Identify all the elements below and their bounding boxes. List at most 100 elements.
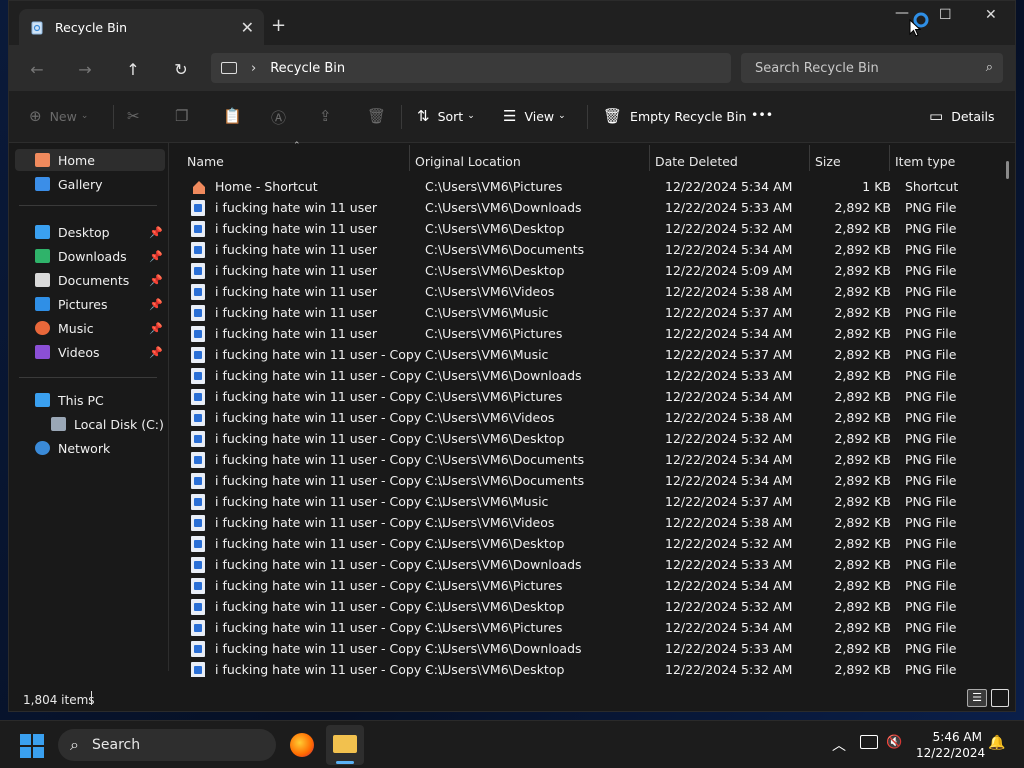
table-row[interactable]: i fucking hate win 11 user C:\Users\VM6\V… <box>171 281 1001 302</box>
column-header-item-type[interactable]: Item type <box>889 149 999 173</box>
file-size: 2,892 KB <box>834 284 891 299</box>
volume-muted-icon[interactable]: 🔇 <box>886 735 902 750</box>
copy-button[interactable]: ❐ <box>175 107 196 125</box>
sidebar-item-downloads[interactable]: Downloads 📌 <box>15 245 165 267</box>
sort-ascending-icon: ⌃ <box>293 141 301 151</box>
chevron-up-icon[interactable]: ︿ <box>832 735 846 755</box>
table-row[interactable]: i fucking hate win 11 user - Copy - ... C… <box>171 638 1001 659</box>
network-icon[interactable] <box>860 735 878 749</box>
empty-recycle-bin-button[interactable]: 🗑 Empty Recycle Bin <box>603 107 746 125</box>
new-button[interactable]: ⊕ New ⌄ <box>29 107 88 125</box>
column-header-name[interactable]: Name ⌃ <box>181 141 409 173</box>
table-row[interactable]: i fucking hate win 11 user - Copy - ... C… <box>171 491 1001 512</box>
vertical-scrollbar[interactable] <box>1006 161 1009 179</box>
delete-button[interactable]: 🗑 <box>367 107 394 125</box>
address-bar[interactable]: › Recycle Bin <box>211 53 731 83</box>
forward-arrow-icon[interactable]: → <box>73 57 97 81</box>
table-row[interactable]: i fucking hate win 11 user - Copy C:\User… <box>171 344 1001 365</box>
tiles-view-icon[interactable] <box>991 689 1009 707</box>
sidebar-item-this-pc[interactable]: This PC <box>15 389 165 411</box>
table-row[interactable]: i fucking hate win 11 user - Copy C:\User… <box>171 449 1001 470</box>
table-row[interactable]: i fucking hate win 11 user C:\Users\VM6\D… <box>171 239 1001 260</box>
close-tab-icon[interactable]: ✕ <box>241 18 254 37</box>
table-row[interactable]: i fucking hate win 11 user - Copy - ... C… <box>171 554 1001 575</box>
tab-recycle-bin[interactable]: Recycle Bin ✕ <box>19 9 264 45</box>
table-row[interactable]: i fucking hate win 11 user - Copy - ... C… <box>171 533 1001 554</box>
more-options-button[interactable]: ••• <box>751 107 773 122</box>
view-button[interactable]: ☰ View ⌄ <box>503 107 566 125</box>
sidebar-item-local-disk[interactable]: Local Disk (C:) <box>15 413 165 435</box>
file-name: i fucking hate win 11 user <box>215 263 378 278</box>
up-arrow-icon[interactable]: ↑ <box>121 57 145 81</box>
clock[interactable]: 5:46 AM 12/22/2024 <box>916 729 985 761</box>
pin-icon[interactable]: 📌 <box>149 226 163 239</box>
pin-icon[interactable]: 📌 <box>149 274 163 287</box>
file-item-type: PNG File <box>905 662 957 677</box>
sidebar-item-videos[interactable]: Videos 📌 <box>15 341 165 363</box>
table-row[interactable]: i fucking hate win 11 user C:\Users\VM6\D… <box>171 218 1001 239</box>
pin-icon[interactable]: 📌 <box>149 250 163 263</box>
details-view-icon[interactable]: ☰ <box>967 689 987 707</box>
table-row[interactable]: i fucking hate win 11 user - Copy C:\User… <box>171 407 1001 428</box>
sidebar-item-desktop[interactable]: Desktop 📌 <box>15 221 165 243</box>
taskbar-search-input[interactable]: ⌕ Search <box>58 729 276 761</box>
file-item-type: PNG File <box>905 515 957 530</box>
firefox-icon[interactable] <box>290 733 314 757</box>
file-size: 2,892 KB <box>834 494 891 509</box>
sort-button[interactable]: ⇅ Sort ⌄ <box>417 107 475 125</box>
maximize-icon[interactable]: ☐ <box>939 7 952 23</box>
file-original-location: C:\Users\VM6\Desktop <box>425 536 565 551</box>
file-item-type: PNG File <box>905 305 957 320</box>
table-row[interactable]: i fucking hate win 11 user - Copy - ... C… <box>171 512 1001 533</box>
sidebar-item-gallery[interactable]: Gallery <box>15 173 165 195</box>
table-row[interactable]: i fucking hate win 11 user - Copy - ... C… <box>171 617 1001 638</box>
file-original-location: C:\Users\VM6\Pictures <box>425 326 563 341</box>
new-tab-icon[interactable]: + <box>271 15 286 36</box>
sidebar-item-network[interactable]: Network <box>15 437 165 459</box>
table-row[interactable]: i fucking hate win 11 user - Copy - ... C… <box>171 596 1001 617</box>
sidebar-item-home[interactable]: Home <box>15 149 165 171</box>
sidebar-item-pictures[interactable]: Pictures 📌 <box>15 293 165 315</box>
pin-icon[interactable]: 📌 <box>149 346 163 359</box>
start-windows-icon[interactable] <box>20 734 44 758</box>
file-original-location: C:\Users\VM6\Documents <box>425 473 585 488</box>
table-row[interactable]: i fucking hate win 11 user C:\Users\VM6\D… <box>171 260 1001 281</box>
column-header-original-location[interactable]: Original Location <box>409 149 649 173</box>
refresh-icon[interactable]: ↻ <box>169 57 193 81</box>
cut-button[interactable]: ✂ <box>127 107 148 125</box>
trash-icon: 🗑 <box>603 107 623 125</box>
file-date-deleted: 12/22/2024 5:34 AM <box>665 242 793 257</box>
scissors-icon: ✂ <box>127 107 140 125</box>
table-row[interactable]: i fucking hate win 11 user C:\Users\VM6\P… <box>171 323 1001 344</box>
table-row[interactable]: i fucking hate win 11 user - Copy C:\User… <box>171 386 1001 407</box>
table-row[interactable]: i fucking hate win 11 user - Copy - ... C… <box>171 575 1001 596</box>
notification-bell-icon[interactable]: 🔔 <box>988 735 1005 751</box>
table-row[interactable]: Home - Shortcut C:\Users\VM6\Pictures 12/2… <box>171 176 1001 197</box>
close-window-icon[interactable]: ✕ <box>985 7 997 23</box>
back-arrow-icon[interactable]: ← <box>25 57 49 81</box>
pin-icon[interactable]: 📌 <box>149 298 163 311</box>
chevron-right-icon[interactable]: › <box>251 61 256 76</box>
rename-button[interactable]: Ⓐ <box>271 107 294 128</box>
minimize-icon[interactable]: — <box>895 5 909 21</box>
column-header-date-deleted[interactable]: Date Deleted <box>649 149 809 173</box>
sidebar-item-music[interactable]: Music 📌 <box>15 317 165 339</box>
details-button[interactable]: ▭ Details <box>929 107 995 125</box>
sidebar-item-documents[interactable]: Documents 📌 <box>15 269 165 291</box>
search-input[interactable]: Search Recycle Bin ⌕ <box>741 53 1003 83</box>
file-date-deleted: 12/22/2024 5:34 AM <box>665 179 793 194</box>
paste-button[interactable]: 📋 <box>223 107 250 125</box>
png-file-icon <box>191 662 205 678</box>
pin-icon[interactable]: 📌 <box>149 322 163 335</box>
table-row[interactable]: i fucking hate win 11 user - Copy C:\User… <box>171 428 1001 449</box>
share-button[interactable]: ⇪ <box>319 107 340 125</box>
divider <box>587 105 588 129</box>
table-row[interactable]: i fucking hate win 11 user C:\Users\VM6\M… <box>171 302 1001 323</box>
table-row[interactable]: i fucking hate win 11 user - Copy C:\User… <box>171 365 1001 386</box>
table-row[interactable]: i fucking hate win 11 user - Copy - ... C… <box>171 470 1001 491</box>
table-row[interactable]: i fucking hate win 11 user C:\Users\VM6\D… <box>171 197 1001 218</box>
column-header-size[interactable]: Size <box>809 149 889 173</box>
png-file-icon <box>191 515 205 531</box>
paste-icon: 📋 <box>223 107 242 125</box>
file-explorer-taskbar-button[interactable] <box>326 725 364 765</box>
